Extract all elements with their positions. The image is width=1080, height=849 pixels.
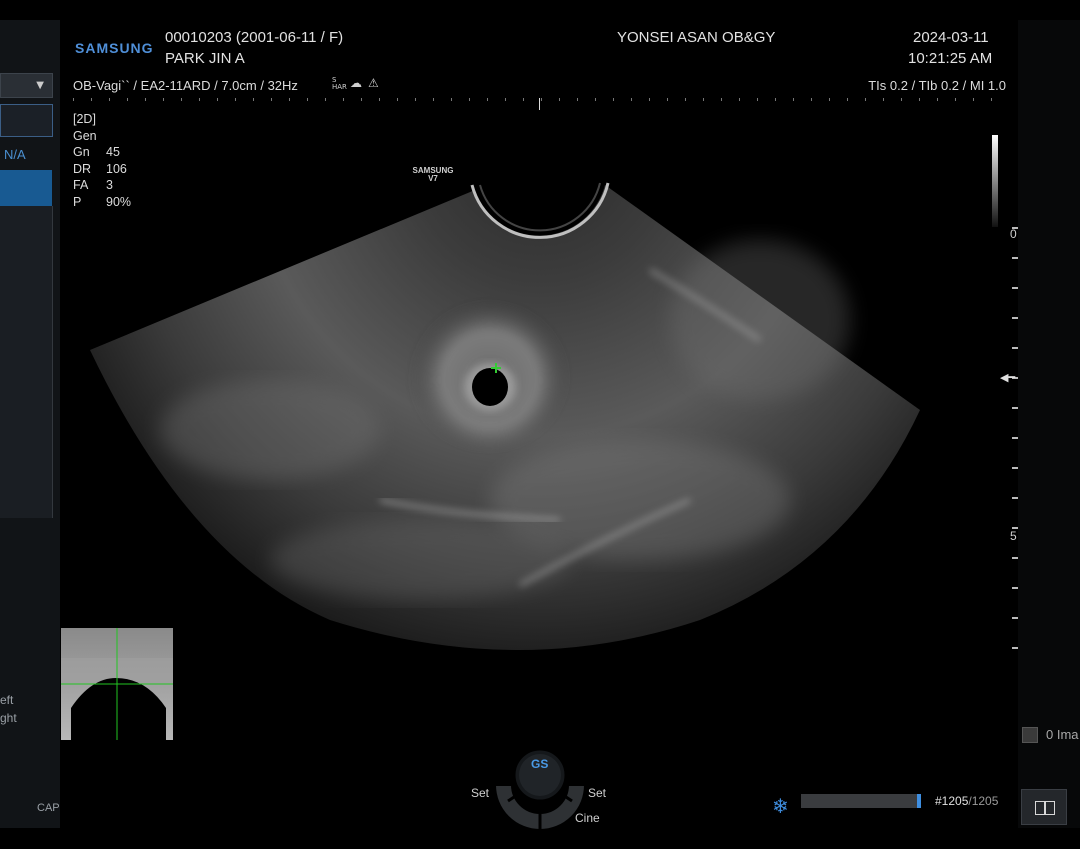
- depth-tick: [1012, 317, 1018, 319]
- depth-tick: [1012, 497, 1018, 499]
- tissue-texture: [670, 240, 850, 400]
- tissue-texture: [160, 380, 380, 480]
- depth-tick: [1012, 287, 1018, 289]
- set-left-label[interactable]: Set: [471, 786, 489, 800]
- frame-current: #1205: [935, 794, 969, 808]
- depth-tick: [1012, 227, 1018, 229]
- image-count: 0 Ima: [1046, 727, 1079, 742]
- gestational-sac: [472, 368, 508, 406]
- depth-label-mid: 5: [1010, 529, 1017, 543]
- probe-model-label: V7: [428, 174, 438, 183]
- depth-tick: [1012, 527, 1018, 529]
- cine-label[interactable]: Cine: [575, 811, 600, 825]
- grayscale-bar: [992, 135, 998, 227]
- depth-tick: [1012, 557, 1018, 559]
- depth-tick: [1012, 467, 1018, 469]
- depth-tick: [1012, 407, 1018, 409]
- depth-tick: [1012, 437, 1018, 439]
- gs-knob-label[interactable]: GS: [531, 757, 548, 771]
- depth-tick: [1012, 587, 1018, 589]
- depth-tick: [1012, 257, 1018, 259]
- frame-total: /1205: [968, 794, 999, 808]
- snowflake-icon[interactable]: ❄: [772, 794, 789, 818]
- cine-progress-bar[interactable]: [801, 794, 921, 808]
- tissue-texture: [270, 520, 570, 600]
- image-checkbox[interactable]: [1022, 727, 1038, 743]
- dual-layout-button[interactable]: [1021, 789, 1067, 825]
- depth-label-top: 0: [1010, 227, 1017, 241]
- focus-marker-icon[interactable]: ◀━: [1000, 371, 1015, 384]
- split-view-icon: [1035, 801, 1055, 815]
- reference-thumbnail[interactable]: [61, 628, 173, 740]
- depth-tick: [1012, 617, 1018, 619]
- set-right-label[interactable]: Set: [588, 786, 606, 800]
- frame-counter: #1205/1205: [935, 794, 998, 808]
- cine-progress-marker: [917, 794, 921, 808]
- depth-tick: [1012, 647, 1018, 649]
- depth-tick: [1012, 347, 1018, 349]
